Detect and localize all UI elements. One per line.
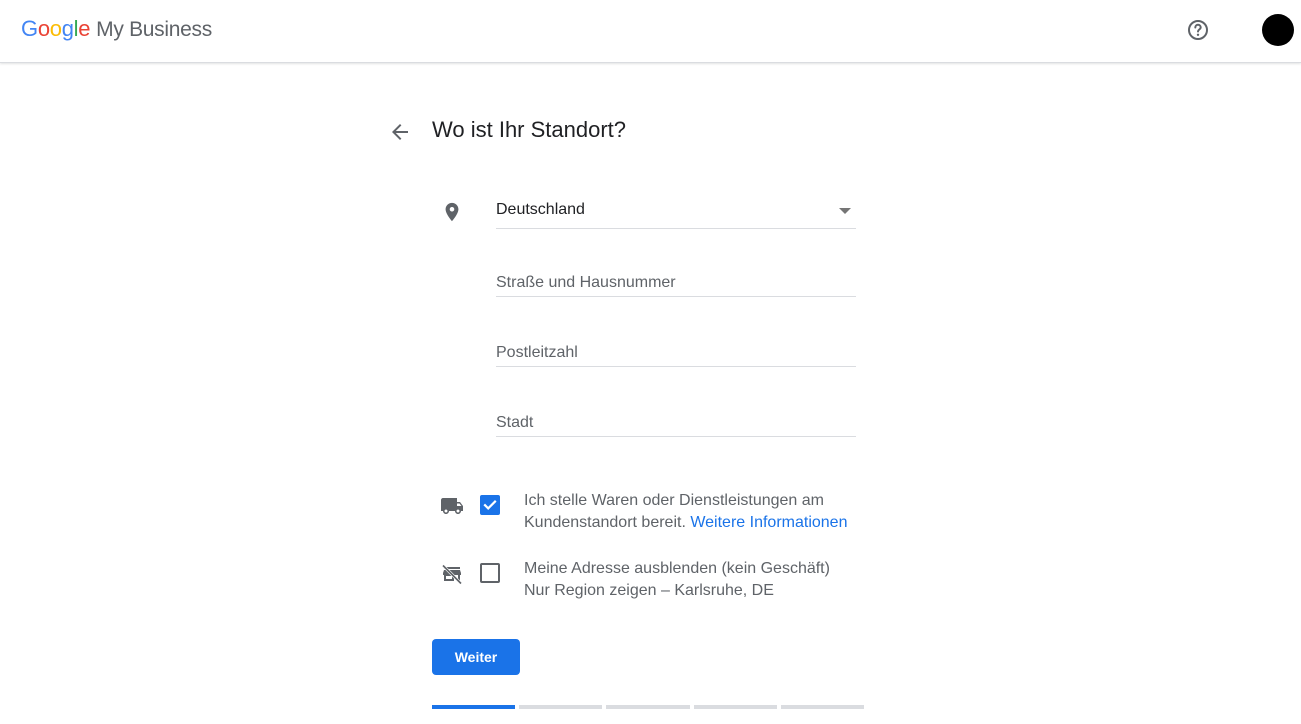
progress-step	[781, 705, 864, 709]
progress-step	[606, 705, 690, 709]
postal-code-placeholder: Postleitzahl	[496, 344, 578, 361]
dropdown-arrow-icon	[839, 208, 851, 214]
location-pin-icon	[441, 200, 463, 224]
postal-code-input[interactable]: Postleitzahl	[496, 340, 856, 367]
delivery-option-label: Ich stelle Waren oder Dienstleistungen a…	[524, 490, 864, 534]
learn-more-link[interactable]: Weitere Informationen	[690, 514, 847, 531]
store-off-icon	[440, 562, 464, 586]
street-placeholder: Straße und Hausnummer	[496, 274, 676, 291]
logo-letter: g	[61, 16, 74, 41]
hide-address-line1: Meine Adresse ausblenden (kein Geschäft)	[524, 560, 830, 577]
progress-step	[432, 705, 515, 709]
logo-letter: o	[49, 16, 62, 41]
arrow-back-icon[interactable]	[388, 120, 412, 144]
help-icon[interactable]	[1186, 18, 1210, 42]
delivery-checkbox[interactable]	[480, 495, 500, 515]
street-input[interactable]: Straße und Hausnummer	[496, 270, 856, 297]
truck-icon	[440, 494, 464, 518]
account-avatar[interactable]	[1262, 14, 1294, 46]
hide-address-checkbox[interactable]	[480, 563, 500, 583]
city-placeholder: Stadt	[496, 414, 534, 431]
logo-letter: e	[78, 16, 91, 41]
hide-address-line2: Nur Region zeigen – Karlsruhe, DE	[524, 582, 774, 599]
logo-letter: o	[37, 16, 50, 41]
hide-address-option-label: Meine Adresse ausblenden (kein Geschäft)…	[524, 558, 864, 602]
check-icon	[483, 500, 497, 510]
google-my-business-logo[interactable]: Google My Business	[21, 16, 212, 42]
city-input[interactable]: Stadt	[496, 410, 856, 437]
logo-letter: G	[21, 16, 38, 41]
product-name: My Business	[96, 18, 212, 41]
top-app-bar: Google My Business	[0, 0, 1301, 63]
progress-step	[694, 705, 777, 709]
progress-step	[519, 705, 602, 709]
country-value: Deutschland	[496, 201, 585, 218]
country-select[interactable]: Deutschland	[496, 196, 856, 229]
continue-button[interactable]: Weiter	[432, 639, 520, 675]
page-title: Wo ist Ihr Standort?	[432, 117, 627, 142]
